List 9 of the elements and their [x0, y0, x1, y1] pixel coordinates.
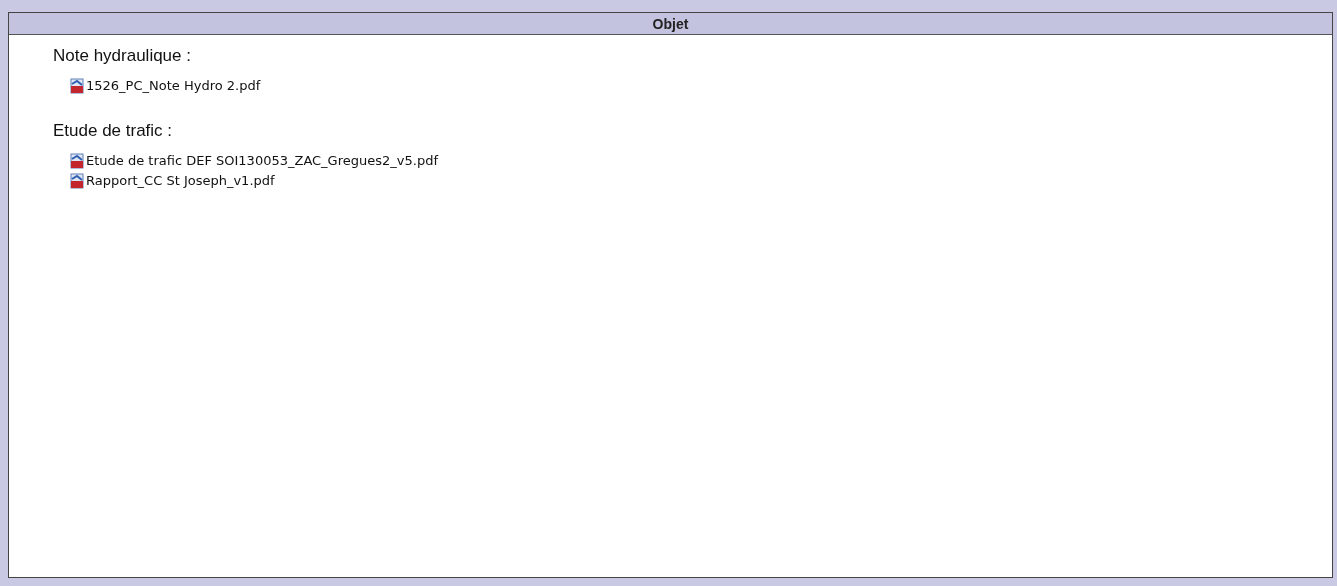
section-title: Etude de trafic : [53, 120, 174, 142]
pdf-file-icon [69, 78, 85, 94]
file-link[interactable]: Rapport_CC St Joseph_v1.pdf [86, 171, 275, 191]
file-link[interactable]: Etude de trafic DEF SOI130053_ZAC_Gregues2_v5.pdf [86, 151, 438, 171]
section-title: Note hydraulique : [53, 45, 192, 67]
file-link[interactable]: 1526_PC_Note Hydro 2.pdf [86, 76, 261, 96]
pdf-file-icon [69, 173, 85, 189]
column-header: Objet [9, 13, 1332, 35]
pdf-file-icon [69, 153, 85, 169]
